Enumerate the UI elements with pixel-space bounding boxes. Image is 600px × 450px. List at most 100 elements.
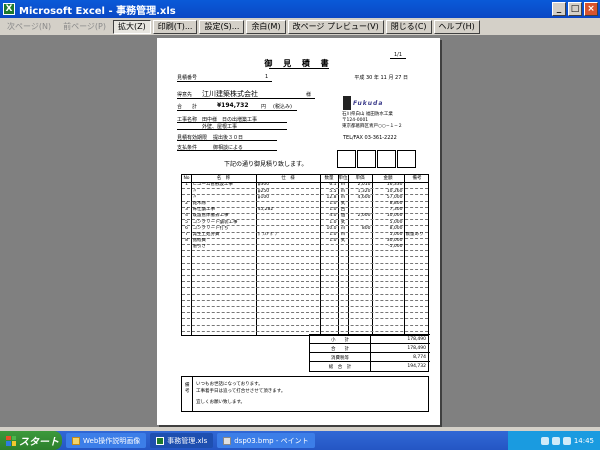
folder-icon: [72, 436, 80, 445]
table-cell: 諸経費: [192, 238, 207, 244]
taskbar-item-paint[interactable]: dsp03.bmp - ペイント: [217, 433, 315, 448]
table-cell: 1.0: [329, 238, 337, 244]
table-column-divider: [404, 175, 405, 335]
print-button[interactable]: 印刷(T)...: [152, 19, 198, 34]
tax-note: (税込み): [273, 104, 292, 110]
grand-total-label: 総 合 計: [328, 365, 352, 370]
table-cell: m: [340, 194, 346, 200]
preview-page[interactable]: 1/1 御 見 積 書 平成 30 年 11 月 27 日 見積番号 1 得意先…: [157, 38, 440, 425]
start-label: スタート: [19, 437, 59, 448]
page-break-preview-button[interactable]: 改ページ プレビュー(V): [287, 19, 384, 34]
stamp-box: [357, 150, 376, 168]
stamp-box: [337, 150, 356, 168]
table-cell: 値引き: [192, 244, 207, 250]
table-cell: 7: [185, 231, 188, 237]
table-cell: 雑木除: [192, 200, 207, 206]
tray-icon[interactable]: [551, 436, 560, 445]
table-cell: 8,000: [389, 225, 403, 231]
table-row-divider: [182, 268, 428, 270]
table-row-divider: [182, 330, 428, 332]
setup-button[interactable]: 設定(S)...: [199, 19, 245, 34]
table-cell: 床仕舗工事: [192, 207, 216, 213]
customer-label: 得意先: [177, 92, 193, 98]
logo-text: Fukuda: [353, 100, 384, 107]
table-cell: 5: [185, 219, 188, 225]
table-cell: 式: [340, 219, 346, 225]
next-page-button[interactable]: 次ページ(N): [2, 19, 57, 34]
table-cell: 式: [340, 238, 346, 244]
company-logo: Fukuda: [343, 96, 403, 110]
close-window-button[interactable]: ×: [584, 2, 598, 16]
start-button[interactable]: スタート: [0, 431, 62, 450]
totals-box: 小 計 178,490 合 計 178,490 消費税等 8,774 総 合 計…: [309, 334, 430, 372]
table-cell: 10,260: [386, 188, 403, 194]
table-cell: ㎡: [340, 225, 346, 231]
total-row: 合 計 178,490: [310, 343, 430, 352]
margins-button[interactable]: 余白(M): [246, 19, 286, 34]
table-cell: 個: [340, 213, 346, 219]
title-bar[interactable]: X Microsoft Excel - 事務管理.xls _ □ ×: [0, 0, 600, 18]
tray-icon[interactable]: [540, 436, 549, 445]
subtotal-row: 小 計 178,490: [310, 334, 430, 343]
amount-unit: 円: [261, 104, 267, 110]
tax-value: 8,774: [413, 355, 426, 360]
zoom-button[interactable]: 拡大(Z): [112, 19, 151, 34]
prev-page-button[interactable]: 前ページ(P): [58, 19, 111, 34]
table-cell: 12.8: [326, 194, 337, 200]
table-header-cell: 単価: [355, 175, 365, 181]
close-preview-button[interactable]: 閉じる(C): [385, 19, 432, 34]
table-row-divider: [182, 262, 428, 264]
table-cell: 6.1: [329, 182, 337, 188]
taskbar-item-excel[interactable]: 事務管理.xls: [150, 433, 214, 448]
print-preview-toolbar: 次ページ(N) 前ページ(P) 拡大(Z) 印刷(T)... 設定(S)... …: [0, 18, 600, 36]
table-header-cell: 備考: [412, 175, 422, 181]
validity-underline: [177, 140, 277, 141]
system-tray: 14:45: [508, 431, 600, 450]
excel-icon: [156, 436, 165, 445]
table-header-cell: 数量: [324, 175, 334, 181]
table-cell: 6: [185, 225, 188, 231]
table-cell: 4.0: [329, 213, 337, 219]
project-underline: [177, 122, 287, 123]
grand-total-row: 総 合 計 194,732: [310, 361, 430, 370]
excel-app-icon[interactable]: X: [3, 3, 15, 15]
table-cell: 1.0: [329, 207, 337, 213]
table-cell: 5,000: [389, 231, 403, 237]
quote-number-underline: [177, 81, 272, 82]
table-cell: 数量あり: [405, 231, 424, 237]
table-cell: ㎡: [340, 231, 346, 237]
table-cell: 〃: [192, 194, 198, 200]
table-cell: 〃: [192, 188, 198, 194]
table-cell: 3: [185, 207, 188, 213]
table-cell: ヒユーム管敷設工事: [192, 182, 233, 188]
amount-label: 合 計: [177, 104, 198, 110]
table-cell: 1.0: [329, 231, 337, 237]
table-cell: 2,000: [357, 213, 371, 219]
table-cell: ｶﾞﾗｽﾄ ﾎﾞﾗ: [257, 231, 277, 237]
maximize-button[interactable]: □: [568, 2, 582, 16]
tax-row: 消費税等 8,774: [310, 352, 430, 361]
table-row-divider: [182, 318, 428, 320]
help-button[interactable]: ヘルプ(H): [433, 19, 480, 34]
taskbar-item-label: 事務管理.xls: [167, 436, 208, 445]
table-cell: 5.5: [329, 188, 337, 194]
taskbar-item-folder[interactable]: Web操作説明画像: [66, 433, 147, 448]
table-cell: 16,330: [386, 182, 403, 188]
amount-underline: [177, 110, 297, 111]
tray-icon[interactable]: [562, 436, 571, 445]
payment-underline: [177, 150, 277, 151]
total-value: 178,490: [407, 346, 426, 351]
table-cell: -5,000: [387, 244, 403, 250]
table-row-divider: [182, 287, 428, 289]
remarks-box: 備考 いつもお世話になっております。 工事着手日は追って打合せさせて頂きます。 …: [181, 376, 429, 412]
table-header-cell: No: [183, 175, 190, 181]
paint-icon: [223, 436, 232, 445]
amount-value: ¥194,732: [217, 102, 249, 109]
company-info: 石川県白山 福田防水工業 〒124-0001 東京都葛飾区青戸○○−１−２: [342, 112, 402, 130]
clock[interactable]: 14:45: [574, 437, 594, 445]
minimize-button[interactable]: _: [552, 2, 566, 16]
table-header-cell: 単位: [338, 175, 348, 181]
table-cell: 7,300: [389, 207, 403, 213]
table-row-divider: [182, 293, 428, 295]
table-cell: φ300: [257, 182, 270, 188]
